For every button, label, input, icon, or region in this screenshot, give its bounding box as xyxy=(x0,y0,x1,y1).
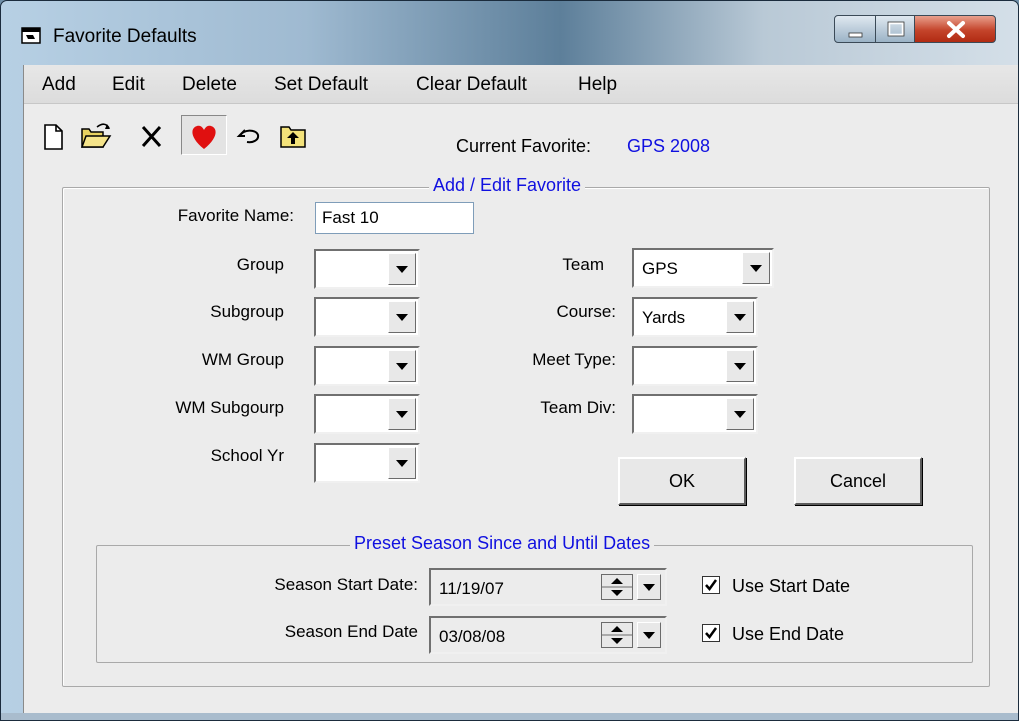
season-end-value: 03/08/08 xyxy=(439,627,506,646)
close-button[interactable] xyxy=(914,15,996,43)
minimize-button[interactable] xyxy=(834,15,876,43)
current-favorite-value: GPS 2008 xyxy=(627,136,711,156)
add-edit-favorite-legend: Add / Edit Favorite xyxy=(429,175,586,196)
use-end-date-checkbox[interactable] xyxy=(702,624,720,642)
wm-subgroup-dropdown-button[interactable] xyxy=(388,398,416,430)
up-folder-icon xyxy=(280,126,306,148)
wm-group-combo[interactable] xyxy=(314,346,420,386)
group-combo[interactable] xyxy=(314,249,420,289)
favorite-name-input[interactable] xyxy=(315,202,474,234)
chevron-down-icon xyxy=(734,363,746,370)
window-title: Favorite Defaults xyxy=(53,26,197,47)
favorite-heart-icon xyxy=(192,125,216,149)
chevron-down-icon xyxy=(396,314,408,321)
app-window-icon xyxy=(21,27,41,44)
chevron-down-icon xyxy=(643,584,655,591)
chevron-down-icon xyxy=(396,460,408,467)
maximize-button[interactable] xyxy=(875,15,915,43)
use-start-date-label[interactable]: Use Start Date xyxy=(732,576,850,597)
undo-button[interactable] xyxy=(236,115,264,155)
new-icon xyxy=(44,124,63,150)
checkmark-icon xyxy=(705,627,718,640)
preset-season-legend: Preset Season Since and Until Dates xyxy=(350,533,655,554)
season-end-label: Season End Date xyxy=(284,622,418,641)
season-start-value: 11/19/07 xyxy=(439,579,504,598)
season-start-label: Season Start Date: xyxy=(274,575,418,594)
dialog-client-area: Add Edit Delete Set Default Clear Defaul… xyxy=(23,65,1018,713)
open-button[interactable] xyxy=(79,115,113,155)
course-value: Yards xyxy=(642,308,686,327)
wm-subgroup-combo[interactable] xyxy=(314,394,420,434)
season-end-date-picker[interactable]: 03/08/08 xyxy=(429,616,667,654)
favorite-name-label: Favorite Name: xyxy=(177,206,294,225)
team-combo[interactable]: GPS xyxy=(632,248,774,288)
menu-help[interactable]: Help xyxy=(578,74,617,96)
menu-edit[interactable]: Edit xyxy=(112,74,145,96)
chevron-down-icon xyxy=(734,314,746,321)
open-icon xyxy=(80,123,112,148)
use-end-date-label[interactable]: Use End Date xyxy=(732,624,844,645)
new-button[interactable] xyxy=(42,115,66,155)
delete-icon xyxy=(141,125,162,148)
chevron-down-icon xyxy=(750,265,762,272)
up-folder-button[interactable] xyxy=(279,115,309,155)
season-end-dropdown-button[interactable] xyxy=(637,622,661,648)
subgroup-dropdown-button[interactable] xyxy=(388,301,416,333)
course-dropdown-button[interactable] xyxy=(726,301,754,333)
menu-bar: Add Edit Delete Set Default Clear Defaul… xyxy=(24,65,1018,104)
chevron-down-icon xyxy=(396,363,408,370)
cancel-button[interactable]: Cancel xyxy=(794,457,922,505)
chevron-down-icon xyxy=(734,411,746,418)
wm-group-dropdown-button[interactable] xyxy=(388,350,416,382)
school-yr-dropdown-button[interactable] xyxy=(388,447,416,479)
title-bar[interactable]: Favorite Defaults xyxy=(1,1,1018,65)
course-label: Course: xyxy=(556,302,616,321)
menu-clear-default[interactable]: Clear Default xyxy=(416,74,527,96)
group-dropdown-button[interactable] xyxy=(388,253,416,285)
menu-set-default[interactable]: Set Default xyxy=(274,74,368,96)
use-start-date-checkbox[interactable] xyxy=(702,576,720,594)
window-bottom-border xyxy=(1,713,1018,720)
chevron-down-icon xyxy=(643,632,655,639)
close-icon xyxy=(947,21,965,38)
ok-button[interactable]: OK xyxy=(618,457,746,505)
group-label: Group xyxy=(236,255,284,274)
menu-delete[interactable]: Delete xyxy=(182,74,237,96)
team-div-dropdown-button[interactable] xyxy=(726,398,754,430)
meet-type-label: Meet Type: xyxy=(532,350,616,369)
minimize-icon xyxy=(848,32,863,38)
subgroup-label: Subgroup xyxy=(210,302,284,321)
menu-add[interactable]: Add xyxy=(42,74,76,96)
team-dropdown-button[interactable] xyxy=(742,252,770,284)
team-div-combo[interactable] xyxy=(632,394,758,434)
chevron-down-icon xyxy=(396,266,408,273)
set-default-favorite-button[interactable] xyxy=(181,115,227,155)
maximize-icon xyxy=(887,21,905,37)
team-label: Team xyxy=(562,255,604,274)
season-start-date-picker[interactable]: 11/19/07 xyxy=(429,568,667,606)
chevron-down-icon xyxy=(396,411,408,418)
meet-type-dropdown-button[interactable] xyxy=(726,350,754,382)
wm-subgroup-label: WM Subgourp xyxy=(175,398,284,417)
undo-icon xyxy=(236,129,260,144)
checkmark-icon xyxy=(705,579,718,592)
wm-group-label: WM Group xyxy=(201,350,284,369)
favorite-defaults-window: Favorite Defaults Add Edit Delete Set De… xyxy=(0,0,1019,721)
current-favorite-label: Current Favorite: xyxy=(456,136,592,156)
subgroup-combo[interactable] xyxy=(314,297,420,337)
meet-type-combo[interactable] xyxy=(632,346,758,386)
spinner-up-down-icon[interactable] xyxy=(601,622,633,648)
school-yr-combo[interactable] xyxy=(314,443,420,483)
delete-button[interactable] xyxy=(139,115,165,155)
spinner-up-down-icon[interactable] xyxy=(601,574,633,600)
school-yr-label: School Yr xyxy=(210,446,284,465)
team-div-label: Team Div: xyxy=(540,398,616,417)
course-combo[interactable]: Yards xyxy=(632,297,758,337)
season-start-dropdown-button[interactable] xyxy=(637,574,661,600)
team-value: GPS xyxy=(642,259,678,278)
